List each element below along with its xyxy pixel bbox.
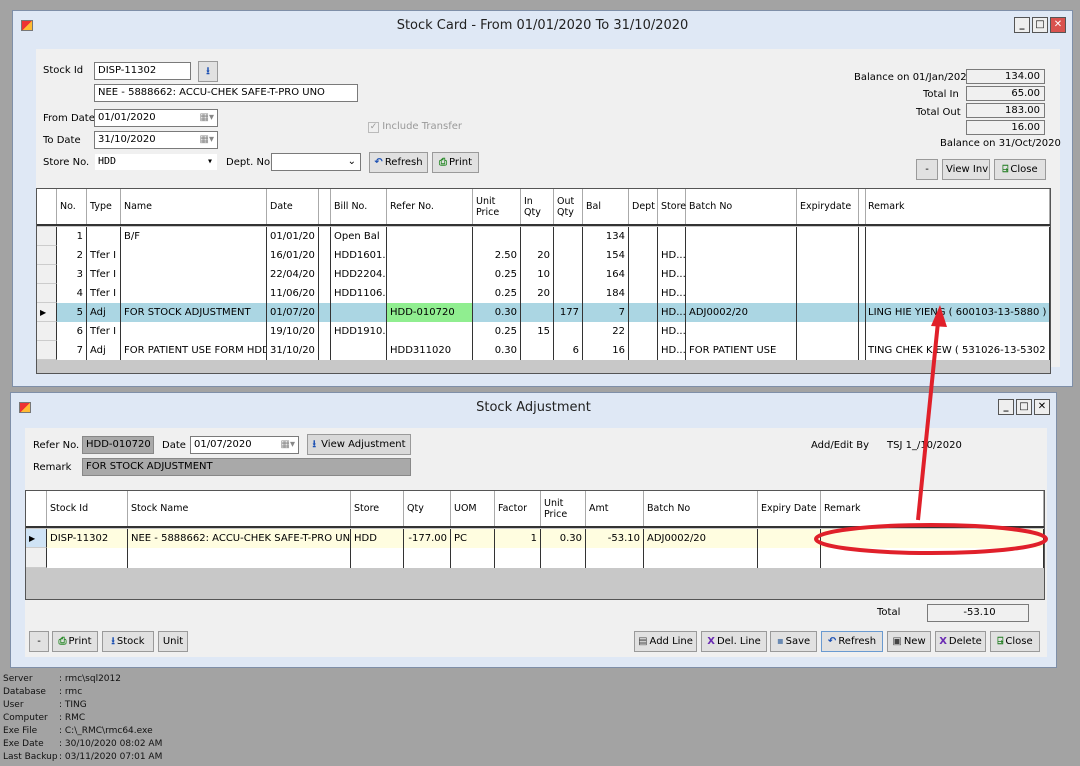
annotation-arrow [916, 321, 940, 521]
annotation-ellipse [814, 523, 1048, 555]
annotation-overlay [814, 305, 1048, 555]
annotation-arrowhead [931, 305, 947, 327]
